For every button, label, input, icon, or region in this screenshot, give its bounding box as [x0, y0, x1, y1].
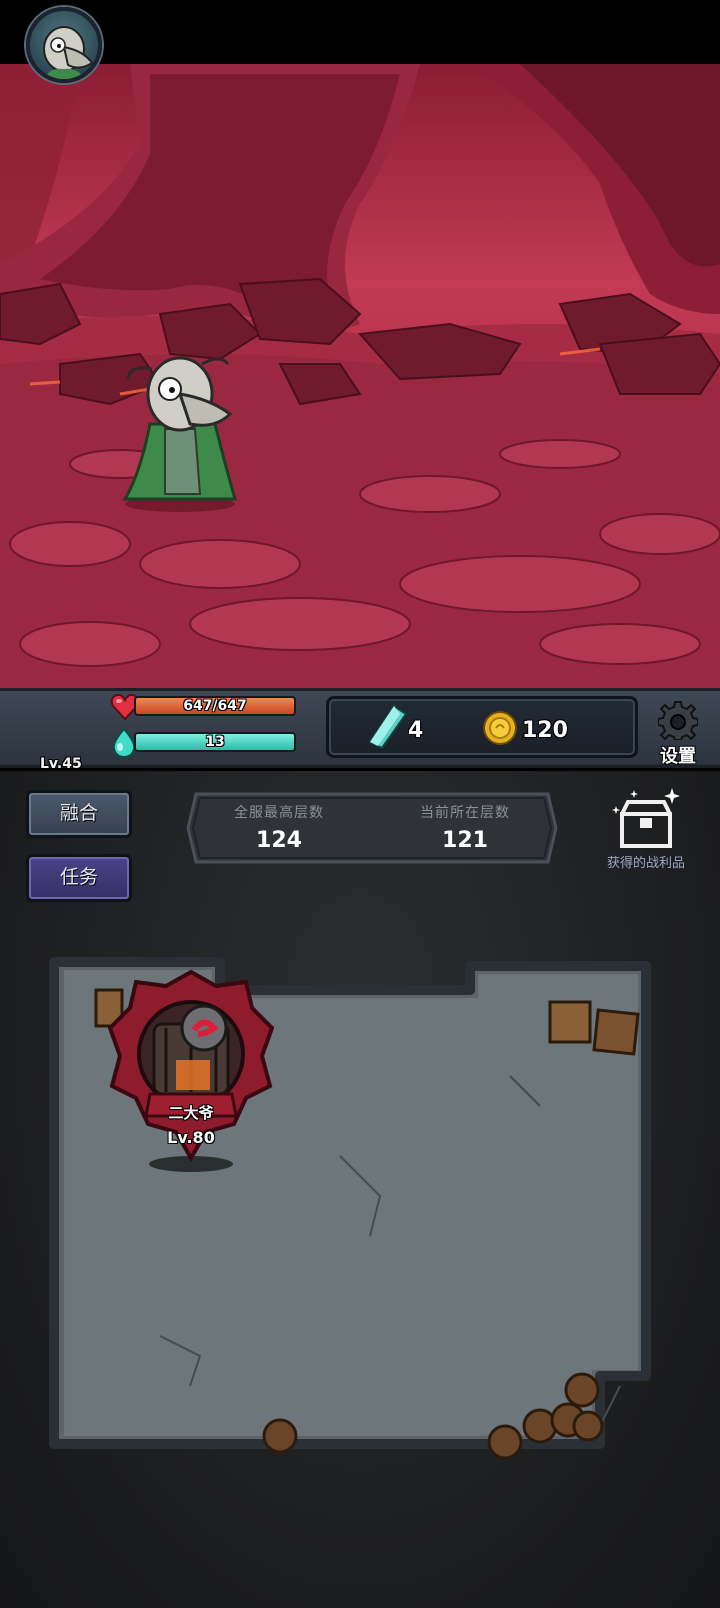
treasure-chest-icon	[612, 788, 680, 848]
gem-count: 4	[408, 718, 424, 743]
server-highest-floor-label: 全服最高层数	[234, 805, 324, 821]
settings-button[interactable]: 设置	[652, 700, 704, 767]
player-avatar[interactable]	[26, 7, 102, 83]
status-bar	[0, 0, 720, 64]
task-button[interactable]: 任务	[26, 854, 132, 902]
mana-text: 13	[205, 734, 225, 750]
current-floor-value: 121	[442, 828, 488, 853]
hp-text: 647/647	[183, 698, 247, 714]
hp-bar: 647/647	[134, 696, 296, 716]
mana-bar: 13	[134, 732, 296, 752]
current-floor-label: 当前所在层数	[420, 805, 510, 821]
crystal-gem-icon	[368, 704, 408, 750]
loot-button[interactable]: 获得的战利品	[590, 784, 702, 874]
gear-icon	[658, 701, 698, 740]
settings-label: 设置	[660, 746, 696, 767]
coin-count: 120	[522, 718, 568, 743]
boss-level: Lv.80	[167, 1128, 215, 1147]
gold-coin-icon	[483, 711, 517, 745]
loot-label: 获得的战利品	[606, 856, 685, 871]
player-level: Lv.45	[40, 756, 82, 772]
battle-scene	[0, 64, 720, 688]
server-highest-floor-value: 124	[256, 828, 302, 853]
fuse-button[interactable]: 融合	[26, 790, 132, 838]
boss-name: 二大爷	[168, 1104, 214, 1122]
